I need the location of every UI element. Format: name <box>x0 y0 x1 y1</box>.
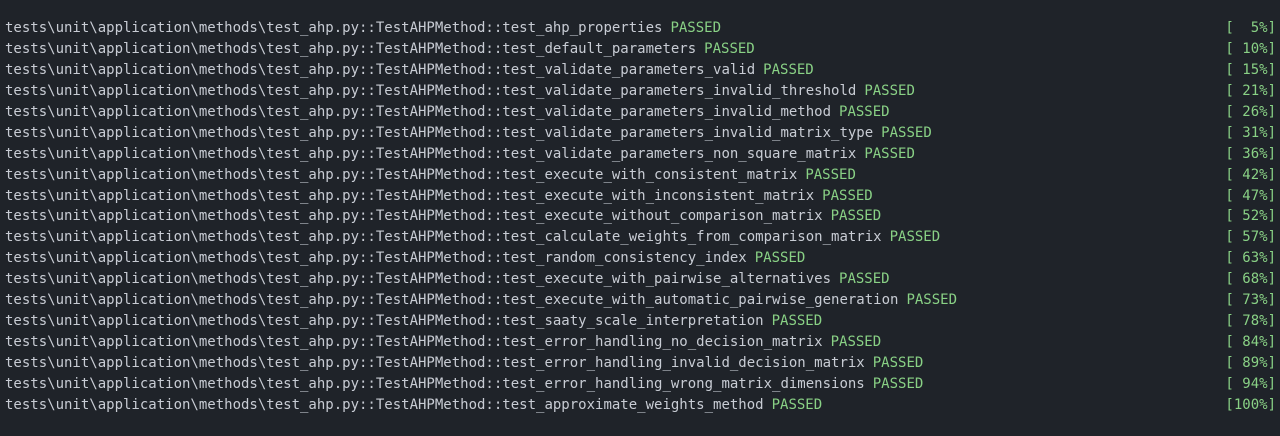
test-progress: [ 57%] <box>1225 229 1276 246</box>
test-progress: [ 63%] <box>1225 250 1276 267</box>
test-result-line: tests\unit\application\methods\test_ahp.… <box>0 311 1280 332</box>
test-status: PASSED <box>822 187 873 204</box>
test-progress: [ 5%] <box>1225 20 1276 36</box>
test-result-line: tests\unit\application\methods\test_ahp.… <box>0 269 1280 290</box>
test-result-text: tests\unit\application\methods\test_ahp.… <box>5 290 957 311</box>
test-status: PASSED <box>864 145 915 162</box>
test-node-id: tests\unit\application\methods\test_ahp.… <box>5 334 823 351</box>
test-node-id: tests\unit\application\methods\test_ahp.… <box>5 229 882 246</box>
test-result-text: tests\unit\application\methods\test_ahp.… <box>5 248 805 269</box>
test-result-line: tests\unit\application\methods\test_ahp.… <box>0 102 1280 123</box>
test-node-id: tests\unit\application\methods\test_ahp.… <box>5 355 865 371</box>
test-progress: [ 10%] <box>1225 40 1276 57</box>
test-result-text: tests\unit\application\methods\test_ahp.… <box>5 311 822 332</box>
test-status: PASSED <box>872 375 924 392</box>
test-status: PASSED <box>839 103 890 120</box>
test-progress: [ 21%] <box>1225 82 1276 99</box>
test-status: PASSED <box>864 82 915 99</box>
test-result-text: tests\unit\application\methods\test_ahp.… <box>5 165 856 186</box>
test-progress: [ 78%] <box>1225 313 1276 330</box>
test-node-id: tests\unit\application\methods\test_ahp.… <box>5 250 747 267</box>
test-status: PASSED <box>830 208 882 225</box>
test-status: PASSED <box>704 40 755 57</box>
test-node-id: tests\unit\application\methods\test_ahp.… <box>5 208 823 225</box>
test-node-id: tests\unit\application\methods\test_ahp.… <box>5 20 663 36</box>
test-node-id: tests\unit\application\methods\test_ahp.… <box>5 271 832 288</box>
test-result-line: tests\unit\application\methods\test_ahp.… <box>0 144 1280 165</box>
test-result-line: tests\unit\application\methods\test_ahp.… <box>0 165 1280 186</box>
test-result-line: tests\unit\application\methods\test_ahp.… <box>0 374 1280 395</box>
test-node-id: tests\unit\application\methods\test_ahp.… <box>5 124 874 141</box>
test-progress: [ 73%] <box>1225 292 1276 309</box>
terminal-output[interactable]: tests\unit\application\methods\test_ahp.… <box>0 0 1280 436</box>
test-result-line: tests\unit\application\methods\test_ahp.… <box>0 227 1280 248</box>
test-result-text: tests\unit\application\methods\test_ahp.… <box>5 186 873 207</box>
test-node-id: tests\unit\application\methods\test_ahp.… <box>5 166 798 183</box>
test-result-line: tests\unit\application\methods\test_ahp.… <box>0 290 1280 311</box>
test-result-text: tests\unit\application\methods\test_ahp.… <box>5 102 890 123</box>
test-result-text: tests\unit\application\methods\test_ahp.… <box>5 60 814 81</box>
test-status: PASSED <box>881 124 932 141</box>
test-node-id: tests\unit\application\methods\test_ahp.… <box>5 292 899 309</box>
test-progress: [ 89%] <box>1225 355 1276 371</box>
test-result-line: tests\unit\application\methods\test_ahp.… <box>0 248 1280 269</box>
test-result-text: tests\unit\application\methods\test_ahp.… <box>5 374 923 395</box>
test-node-id: tests\unit\application\methods\test_ahp.… <box>5 61 756 78</box>
test-result-line: tests\unit\application\methods\test_ahp.… <box>0 206 1280 227</box>
test-status: PASSED <box>754 250 806 267</box>
test-progress: [ 36%] <box>1225 145 1276 162</box>
test-progress: [ 52%] <box>1225 208 1276 225</box>
test-progress: [ 31%] <box>1225 124 1276 141</box>
test-result-line: tests\unit\application\methods\test_ahp.… <box>0 18 1280 39</box>
test-node-id: tests\unit\application\methods\test_ahp.… <box>5 396 764 413</box>
test-result-text: tests\unit\application\methods\test_ahp.… <box>5 144 915 165</box>
test-status: PASSED <box>906 292 958 309</box>
test-progress: [ 94%] <box>1225 375 1276 392</box>
test-result-text: tests\unit\application\methods\test_ahp.… <box>5 269 890 290</box>
test-result-text: tests\unit\application\methods\test_ahp.… <box>5 395 822 416</box>
test-result-text: tests\unit\application\methods\test_ahp.… <box>5 123 932 144</box>
test-result-text: tests\unit\application\methods\test_ahp.… <box>5 81 915 102</box>
test-status: PASSED <box>872 355 924 371</box>
test-progress: [ 42%] <box>1225 166 1276 183</box>
test-progress: [ 26%] <box>1225 103 1276 120</box>
test-result-text: tests\unit\application\methods\test_ahp.… <box>5 353 923 374</box>
test-status: PASSED <box>771 313 823 330</box>
test-result-text: tests\unit\application\methods\test_ahp.… <box>5 18 721 39</box>
test-status: PASSED <box>889 229 941 246</box>
test-result-line: tests\unit\application\methods\test_ahp.… <box>0 186 1280 207</box>
test-node-id: tests\unit\application\methods\test_ahp.… <box>5 103 832 120</box>
test-status: PASSED <box>763 61 814 78</box>
test-result-line: tests\unit\application\methods\test_ahp.… <box>0 395 1280 416</box>
test-progress: [ 84%] <box>1225 334 1276 351</box>
test-node-id: tests\unit\application\methods\test_ahp.… <box>5 82 857 99</box>
test-result-line: tests\unit\application\methods\test_ahp.… <box>0 39 1280 60</box>
test-result-line: tests\unit\application\methods\test_ahp.… <box>0 123 1280 144</box>
test-status: PASSED <box>805 166 856 183</box>
test-status: PASSED <box>839 271 890 288</box>
test-node-id: tests\unit\application\methods\test_ahp.… <box>5 40 697 57</box>
test-result-text: tests\unit\application\methods\test_ahp.… <box>5 39 755 60</box>
test-status: PASSED <box>670 20 722 36</box>
test-node-id: tests\unit\application\methods\test_ahp.… <box>5 375 865 392</box>
test-status: PASSED <box>830 334 882 351</box>
test-status: PASSED <box>771 396 823 413</box>
test-result-text: tests\unit\application\methods\test_ahp.… <box>5 227 940 248</box>
test-progress: [ 15%] <box>1225 61 1276 78</box>
test-progress: [100%] <box>1225 396 1276 413</box>
test-node-id: tests\unit\application\methods\test_ahp.… <box>5 187 815 204</box>
test-progress: [ 47%] <box>1225 187 1276 204</box>
test-progress: [ 68%] <box>1225 271 1276 288</box>
test-result-text: tests\unit\application\methods\test_ahp.… <box>5 206 881 227</box>
test-result-line: tests\unit\application\methods\test_ahp.… <box>0 332 1280 353</box>
test-result-text: tests\unit\application\methods\test_ahp.… <box>5 332 881 353</box>
test-result-line: tests\unit\application\methods\test_ahp.… <box>0 353 1280 374</box>
test-node-id: tests\unit\application\methods\test_ahp.… <box>5 145 857 162</box>
test-result-line: tests\unit\application\methods\test_ahp.… <box>0 81 1280 102</box>
test-result-line: tests\unit\application\methods\test_ahp.… <box>0 60 1280 81</box>
test-node-id: tests\unit\application\methods\test_ahp.… <box>5 313 764 330</box>
